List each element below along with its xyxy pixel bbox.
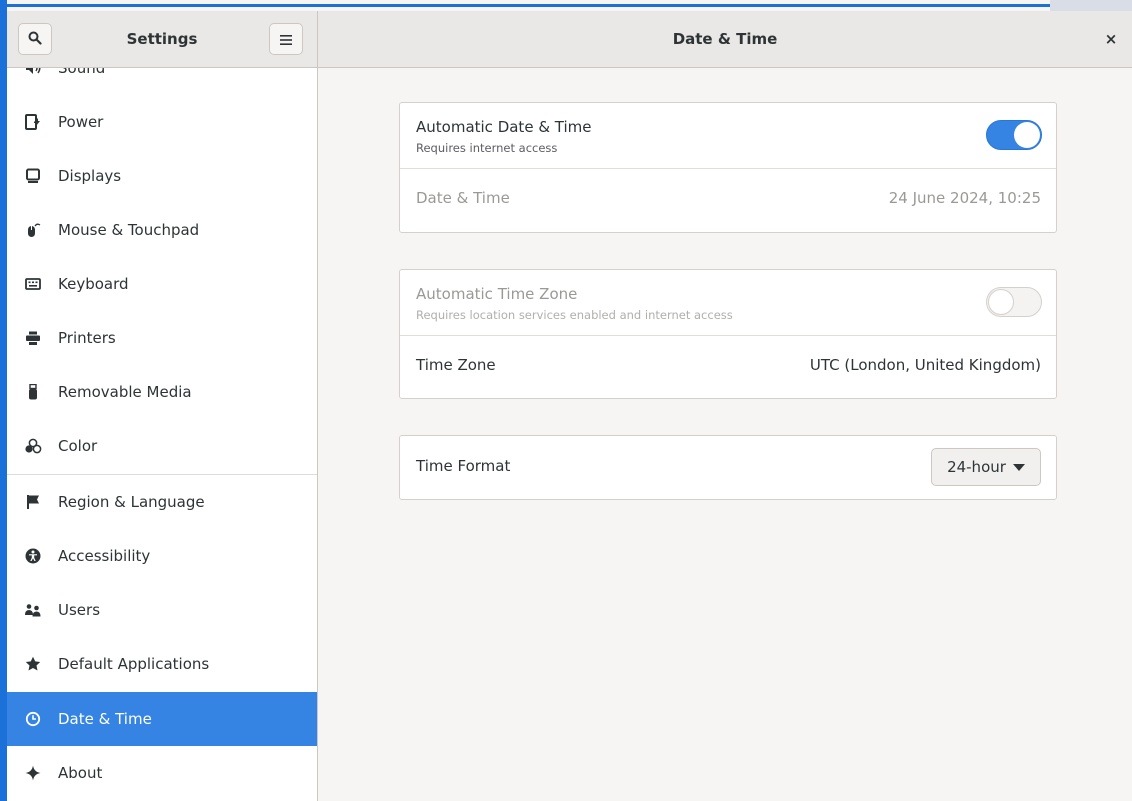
time-format-dropdown[interactable]: 24-hour xyxy=(931,448,1041,486)
sidebar-item-users[interactable]: Users xyxy=(7,583,317,637)
usb-drive-icon xyxy=(24,384,42,400)
monitor-icon xyxy=(24,168,42,184)
sidebar-item-displays[interactable]: Displays xyxy=(7,149,317,203)
automatic-date-time-switch[interactable] xyxy=(986,120,1042,150)
automatic-time-zone-switch xyxy=(986,287,1042,317)
sidebar-item-power[interactable]: Power xyxy=(7,95,317,149)
sidebar-item-label: About xyxy=(58,764,103,782)
sidebar-item-keyboard[interactable]: Keyboard xyxy=(7,257,317,311)
sidebar-item-label: Date & Time xyxy=(58,710,152,728)
time-zone-value: UTC (London, United Kingdom) xyxy=(809,356,1041,374)
date-time-label: Date & Time xyxy=(416,189,510,207)
sidebar-item-printers[interactable]: Printers xyxy=(7,311,317,365)
time-format-row: Time Format 24-hour xyxy=(400,436,1056,499)
keyboard-icon xyxy=(24,277,42,291)
power-plug-icon xyxy=(24,114,42,130)
automatic-time-zone-label: Automatic Time Zone xyxy=(416,285,578,303)
sidebar-item-label: Displays xyxy=(58,167,122,185)
automatic-time-zone-row: Automatic Time Zone Requires location se… xyxy=(400,270,1056,335)
sidebar-item-mouse-touchpad[interactable]: Mouse & Touchpad xyxy=(7,203,317,257)
automatic-date-time-subtitle: Requires internet access xyxy=(416,141,558,155)
sidebar-item-default-applications[interactable]: Default Applications xyxy=(7,637,317,691)
switch-knob xyxy=(988,289,1014,315)
time-format-value: 24-hour xyxy=(947,458,1006,476)
time-format-label: Time Format xyxy=(416,457,511,475)
background-corner xyxy=(1050,0,1132,11)
close-button[interactable]: × xyxy=(1096,24,1126,54)
time-format-settings-card: Time Format 24-hour xyxy=(399,435,1057,500)
sidebar-item-removable-media[interactable]: Removable Media xyxy=(7,365,317,419)
sidebar-item-color[interactable]: Color xyxy=(7,419,317,473)
header-bar: Settings Date & Time × xyxy=(7,11,1132,68)
sidebar-item-region-language[interactable]: Region & Language xyxy=(7,475,317,529)
color-circles-icon xyxy=(24,438,42,454)
window-top-edge xyxy=(0,0,1132,11)
sidebar-item-date-time[interactable]: Date & Time xyxy=(7,692,317,746)
sidebar-item-about[interactable]: About xyxy=(7,746,317,800)
clock-icon xyxy=(24,711,42,727)
search-button[interactable] xyxy=(18,23,52,55)
automatic-date-time-label: Automatic Date & Time xyxy=(416,118,592,136)
sidebar-item-label: Removable Media xyxy=(58,383,192,401)
flag-icon xyxy=(24,494,42,510)
time-zone-row[interactable]: Time Zone UTC (London, United Kingdom) xyxy=(400,336,1056,398)
printer-icon xyxy=(24,330,42,346)
date-time-row: Date & Time 24 June 2024, 10:25 xyxy=(400,169,1056,232)
sidebar-item-label: Power xyxy=(58,113,104,131)
sidebar-item-label: Color xyxy=(58,437,98,455)
sidebar-item-label: Sound xyxy=(58,68,106,77)
users-icon xyxy=(24,603,42,617)
search-icon xyxy=(28,30,42,49)
sidebar-item-label: Mouse & Touchpad xyxy=(58,221,200,239)
star-icon xyxy=(24,656,42,672)
hamburger-menu-icon xyxy=(280,30,292,49)
sidebar-item-label: Default Applications xyxy=(58,655,210,673)
switch-knob xyxy=(1014,122,1040,148)
sidebar-item-accessibility[interactable]: Accessibility xyxy=(7,529,317,583)
menu-button[interactable] xyxy=(269,23,303,55)
speaker-icon xyxy=(24,68,42,75)
time-zone-settings-card: Automatic Time Zone Requires location se… xyxy=(399,269,1057,399)
sidebar-item-label: Region & Language xyxy=(58,493,205,511)
sidebar-item-label: Printers xyxy=(58,329,116,347)
sparkle-icon xyxy=(24,765,42,781)
automatic-date-time-row[interactable]: Automatic Date & Time Requires internet … xyxy=(400,103,1056,168)
sidebar-item-sound[interactable]: Sound xyxy=(7,68,317,95)
close-icon: × xyxy=(1104,30,1118,48)
accessibility-icon xyxy=(24,548,42,564)
date-time-value: 24 June 2024, 10:25 xyxy=(888,189,1041,207)
sidebar-item-label: Keyboard xyxy=(58,275,129,293)
dropdown-arrow-icon xyxy=(1012,463,1025,471)
sidebar-header: Settings xyxy=(7,11,318,67)
mouse-icon xyxy=(24,222,42,238)
window-left-edge xyxy=(0,0,7,801)
page-title: Date & Time xyxy=(672,30,778,48)
sidebar-item-label: Users xyxy=(58,601,101,619)
sidebar-title: Settings xyxy=(126,30,198,48)
date-time-settings-card: Automatic Date & Time Requires internet … xyxy=(399,102,1057,233)
time-zone-label: Time Zone xyxy=(416,356,496,374)
sidebar-item-label: Accessibility xyxy=(58,547,151,565)
automatic-time-zone-subtitle: Requires location services enabled and i… xyxy=(416,308,733,322)
settings-window: Settings Date & Time × Sound Power Displ… xyxy=(7,11,1132,801)
sidebar: Sound Power Displays Mouse & Touchpad Ke… xyxy=(7,68,318,801)
